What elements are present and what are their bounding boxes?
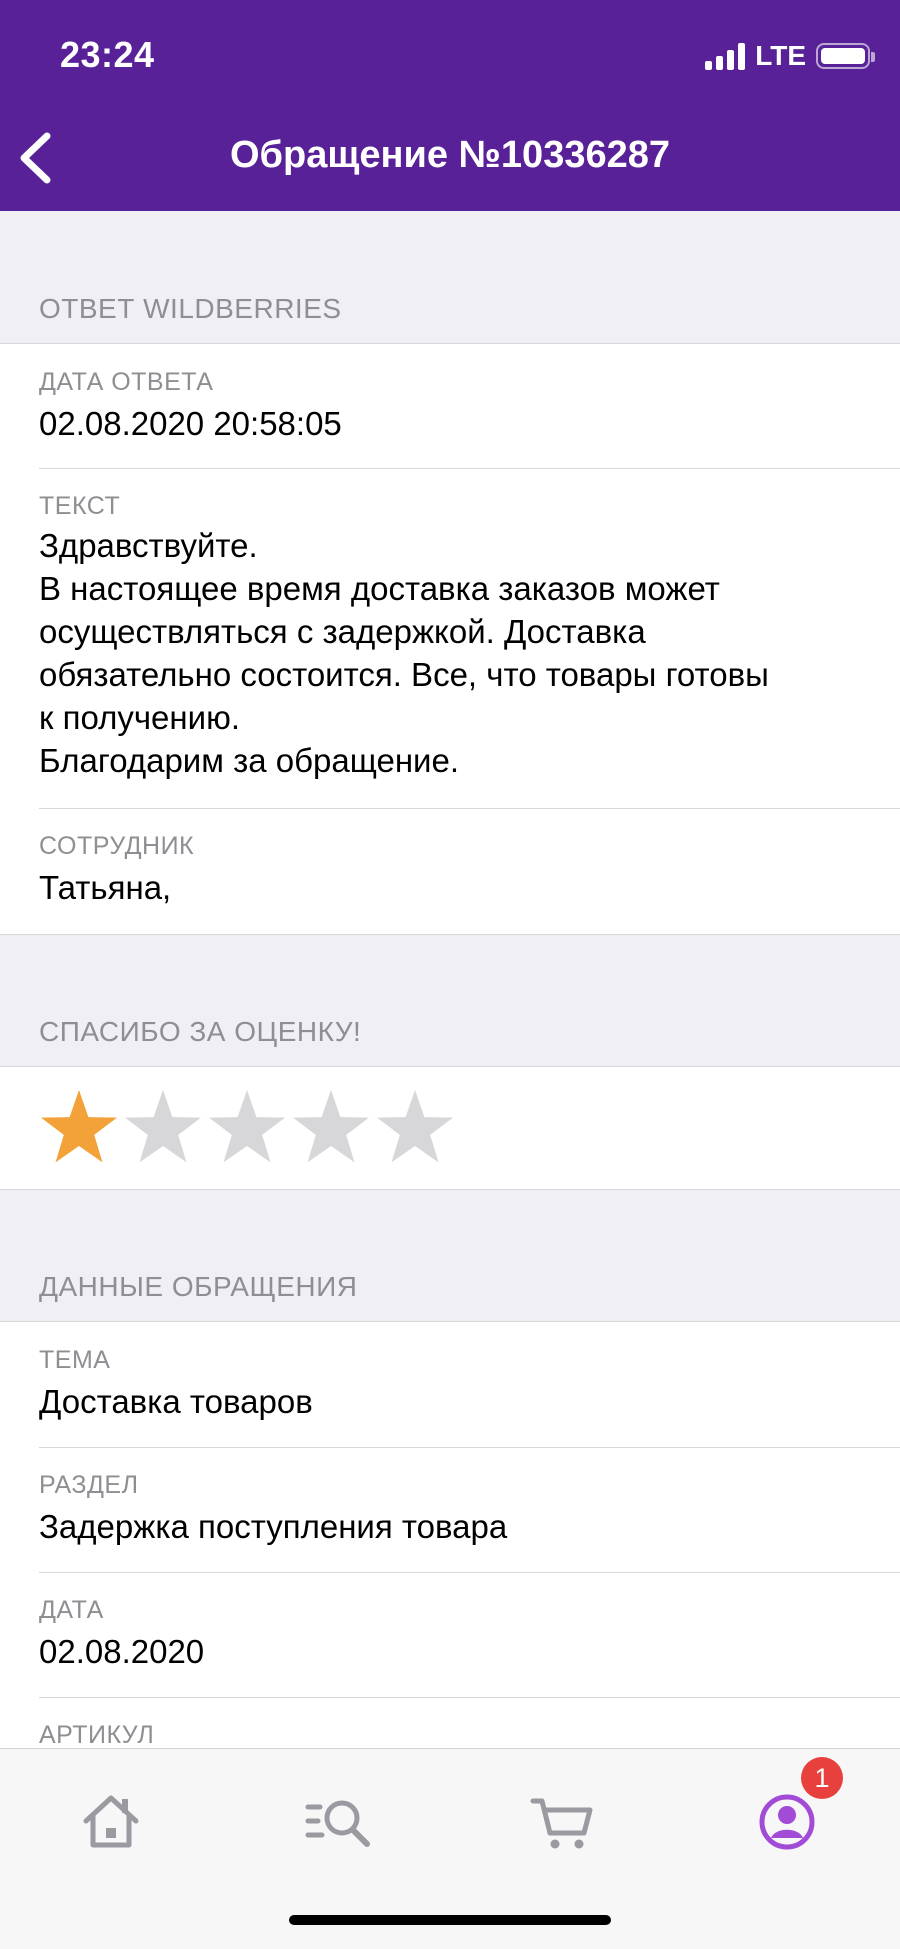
topic-value: Доставка товаров	[39, 1383, 313, 1420]
network-label: LTE	[755, 40, 806, 71]
response-card: ДАТА ОТВЕТА 02.08.2020 20:58:05 ТЕКСТ Зд…	[0, 343, 900, 935]
answer-date-row: ДАТА ОТВЕТА 02.08.2020 20:58:05	[0, 344, 900, 468]
status-indicators: LTE	[705, 38, 875, 74]
employee-row: СОТРУДНИК Татьяна,	[0, 808, 900, 933]
page-title: Обращение №10336287	[229, 134, 670, 176]
answer-date-label: ДАТА ОТВЕТА	[39, 368, 214, 396]
top-bar: 23:24 LTE Обращение №10336287	[0, 0, 900, 211]
star-icon[interactable]	[38, 1087, 120, 1169]
section-header-response: ОТВЕТ WILDBERRIES	[39, 293, 342, 324]
employee-value: Татьяна,	[39, 869, 172, 906]
home-indicator[interactable]	[289, 1915, 611, 1925]
home-icon	[83, 1795, 139, 1848]
rating-card	[0, 1066, 900, 1190]
battery-icon	[816, 43, 875, 69]
star-icon[interactable]	[206, 1087, 288, 1169]
answer-text-row: ТЕКСТ Здравствуйте. В настоящее время до…	[0, 468, 900, 808]
category-value: Задержка поступления товара	[39, 1508, 508, 1545]
tab-home[interactable]	[76, 1787, 146, 1857]
answer-text-line: обязательно состоится. Все, что товары г…	[39, 656, 769, 693]
status-time: 23:24	[60, 34, 155, 75]
cart-icon	[530, 1798, 593, 1849]
section-header-rating: СПАСИБО ЗА ОЦЕНКУ!	[39, 1016, 362, 1047]
star-icon[interactable]	[374, 1087, 456, 1169]
star-icon[interactable]	[122, 1087, 204, 1169]
category-row: РАЗДЕЛ Задержка поступления товара	[0, 1447, 900, 1572]
date-label: ДАТА	[39, 1596, 104, 1624]
request-card: ТЕМА Доставка товаров РАЗДЕЛ Задержка по…	[0, 1321, 900, 1822]
star-icon[interactable]	[290, 1087, 372, 1169]
answer-text-line: к получению.	[39, 699, 240, 736]
tab-catalog[interactable]	[304, 1787, 374, 1857]
tab-cart[interactable]	[528, 1787, 598, 1857]
answer-text-label: ТЕКСТ	[39, 492, 121, 520]
topic-label: ТЕМА	[39, 1346, 111, 1374]
answer-text-line: осуществляться с задержкой. Доставка	[39, 613, 646, 650]
rating-stars	[0, 1067, 900, 1169]
category-label: РАЗДЕЛ	[39, 1471, 139, 1499]
signal-icon	[705, 42, 746, 70]
catalog-search-icon	[305, 1800, 370, 1847]
employee-label: СОТРУДНИК	[39, 832, 195, 860]
section-header-request: ДАННЫЕ ОБРАЩЕНИЯ	[39, 1271, 358, 1302]
answer-date-value: 02.08.2020 20:58:05	[39, 405, 342, 442]
date-value: 02.08.2020	[39, 1633, 205, 1670]
answer-text-line: В настоящее время доставка заказов может	[39, 570, 720, 607]
answer-text-line: Благодарим за обращение.	[39, 742, 460, 779]
topic-row: ТЕМА Доставка товаров	[0, 1322, 900, 1447]
date-row: ДАТА 02.08.2020	[0, 1572, 900, 1697]
answer-text-line: Здравствуйте.	[39, 527, 258, 564]
article-label: АРТИКУЛ	[39, 1721, 155, 1749]
tab-profile[interactable]	[752, 1787, 822, 1857]
notification-badge: 1	[801, 1757, 843, 1799]
profile-icon	[759, 1794, 815, 1850]
answer-text: Здравствуйте. В настоящее время доставка…	[39, 524, 900, 782]
